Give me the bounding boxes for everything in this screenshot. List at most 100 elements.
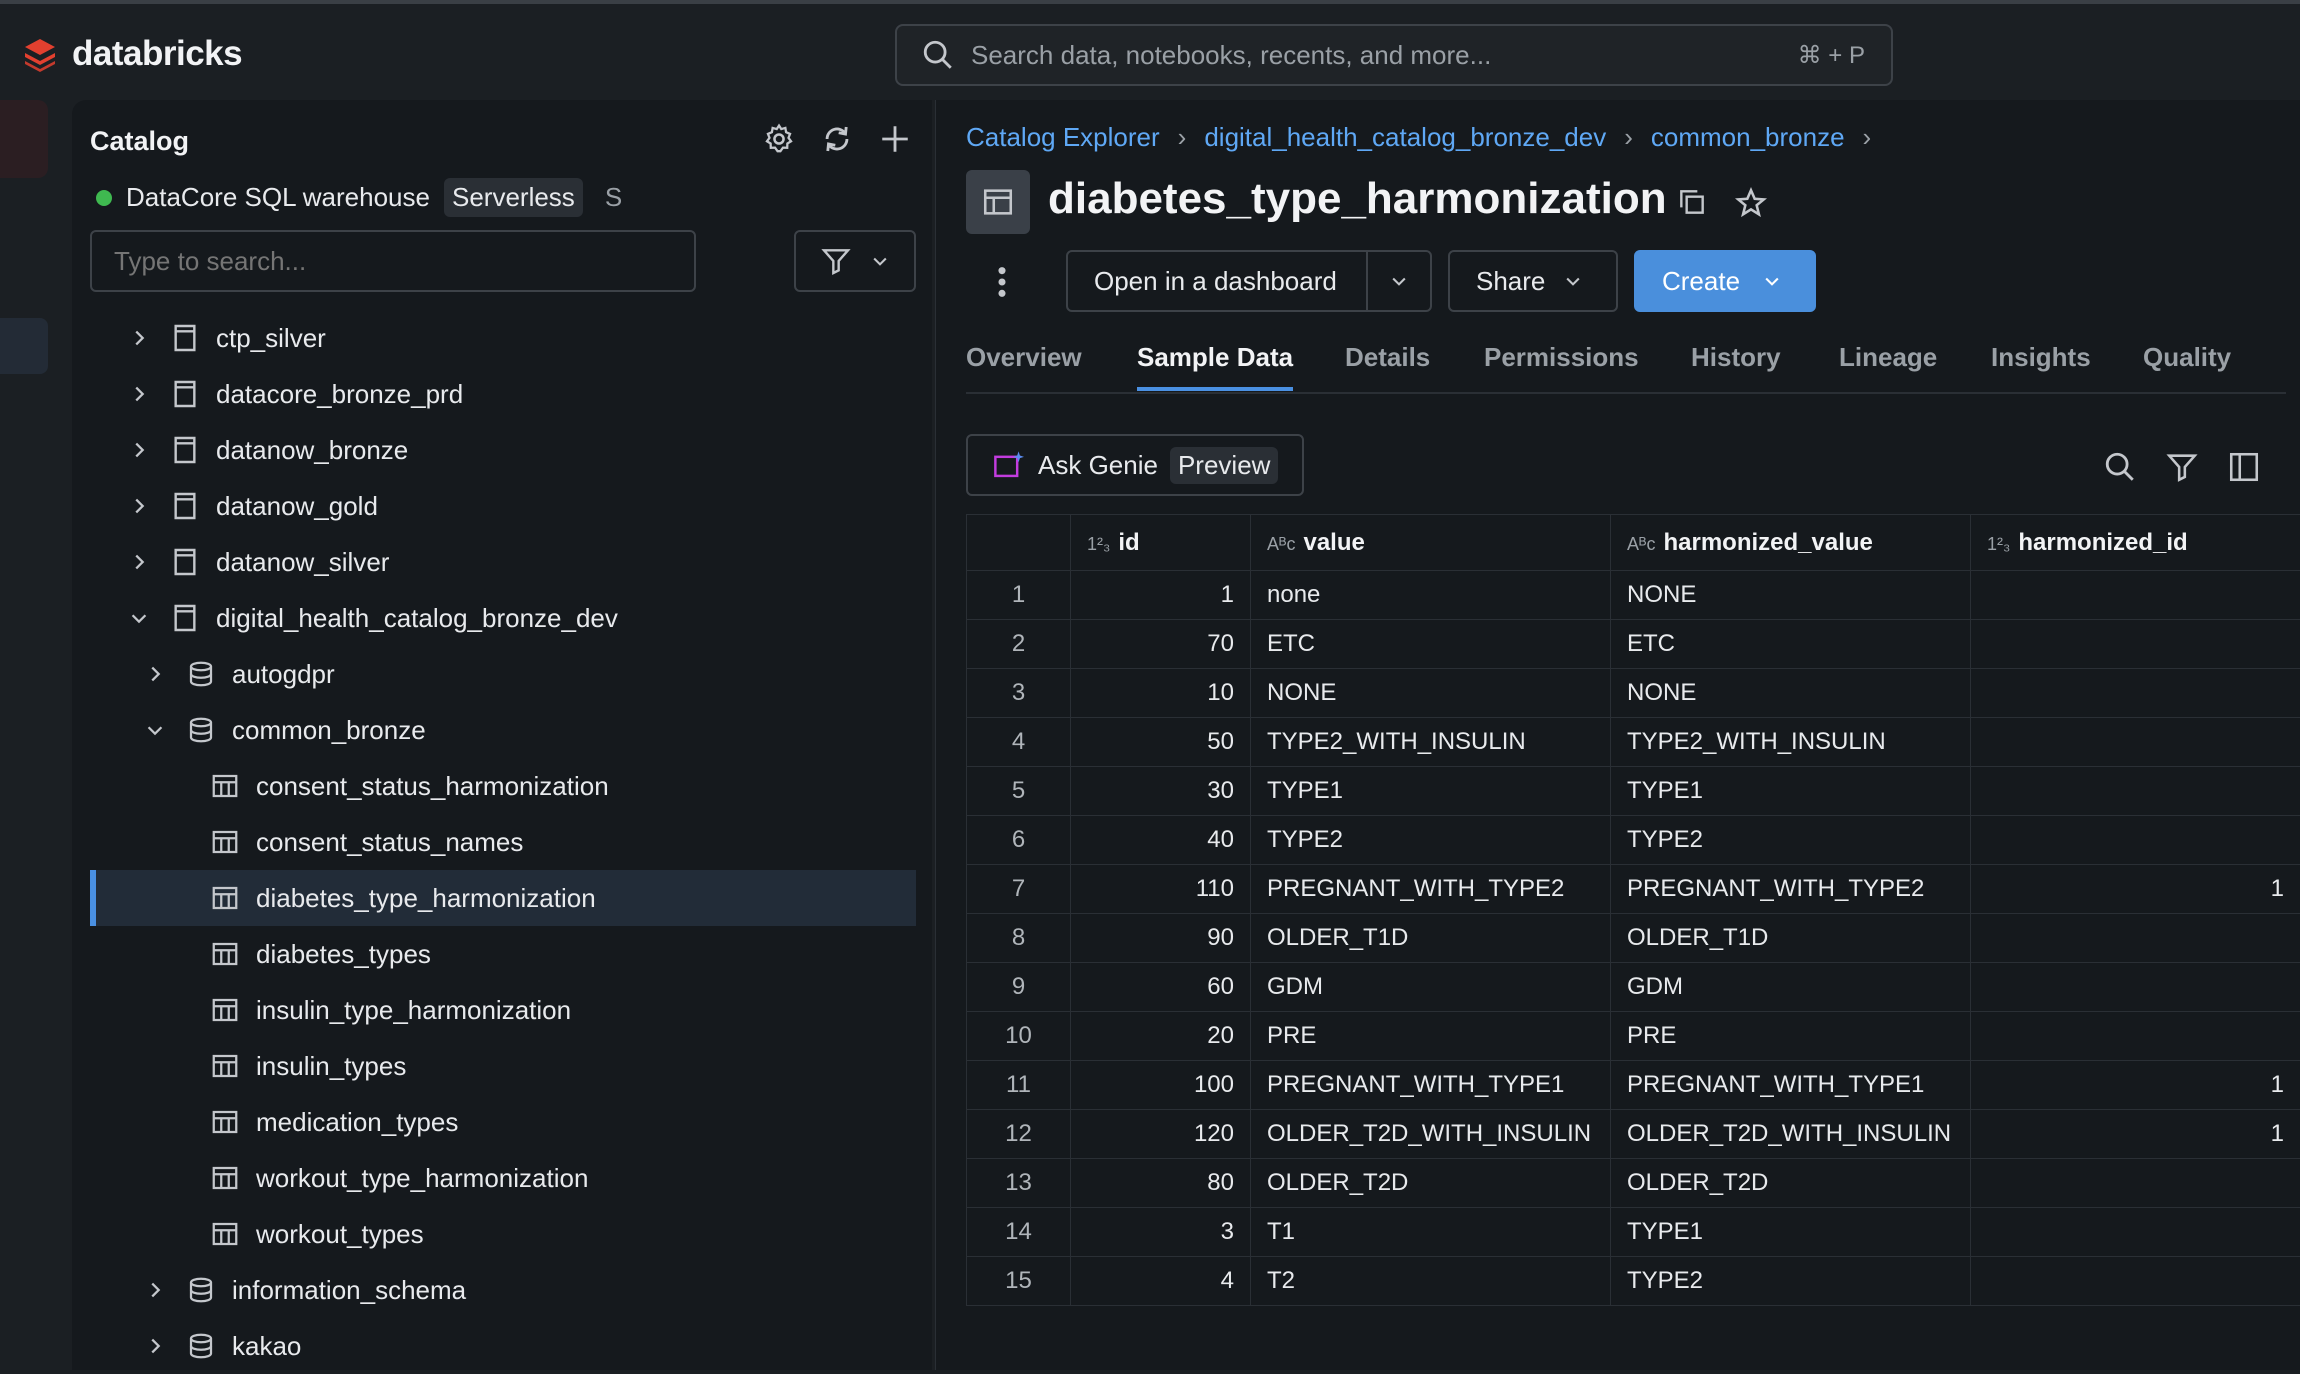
catalog-filter-button[interactable] — [794, 230, 916, 292]
add-icon[interactable] — [878, 122, 912, 156]
cell-harmonized-value[interactable]: TYPE2 — [1611, 816, 1971, 865]
chevron-down-icon[interactable] — [144, 719, 174, 741]
cell-harmonized-id[interactable] — [1971, 718, 2300, 767]
cell-harmonized-id[interactable] — [1971, 963, 2300, 1012]
cell-id[interactable]: 10 — [1071, 669, 1251, 718]
tab-permissions[interactable]: Permissions — [1484, 342, 1639, 387]
chevron-right-icon[interactable] — [128, 383, 158, 405]
tab-lineage[interactable]: Lineage — [1839, 342, 1937, 387]
tab-overview[interactable]: Overview — [966, 342, 1082, 387]
column-header-value[interactable]: Aᴮcvalue — [1251, 515, 1611, 571]
tree-item-schema[interactable]: kakao — [72, 1318, 916, 1374]
tree-item-catalog[interactable]: datanow_silver — [72, 534, 916, 590]
table-row[interactable]: 530TYPE1TYPE1 — [967, 767, 2300, 816]
cell-value[interactable]: PRE — [1251, 1012, 1611, 1061]
chevron-right-icon[interactable] — [128, 551, 158, 573]
chevron-right-icon[interactable] — [144, 663, 174, 685]
cell-value[interactable]: none — [1251, 571, 1611, 620]
tree-item-table[interactable]: consent_status_names — [72, 814, 916, 870]
table-row[interactable]: 310NONENONE — [967, 669, 2300, 718]
column-header-harmonized-id[interactable]: 1²₃harmonized_id — [1971, 515, 2300, 571]
tree-item-schema[interactable]: autogdpr — [72, 646, 916, 702]
cell-id[interactable]: 50 — [1071, 718, 1251, 767]
global-search-input[interactable]: Search data, notebooks, recents, and mor… — [895, 24, 1893, 86]
rail-item-catalog[interactable] — [0, 318, 48, 374]
cell-id[interactable]: 3 — [1071, 1208, 1251, 1257]
cell-harmonized-value[interactable]: NONE — [1611, 669, 1971, 718]
cell-id[interactable]: 90 — [1071, 914, 1251, 963]
cell-harmonized-value[interactable]: TYPE2_WITH_INSULIN — [1611, 718, 1971, 767]
breadcrumb-schema[interactable]: common_bronze — [1651, 122, 1845, 153]
row-number-cell[interactable]: 1 — [967, 571, 1071, 620]
cell-harmonized-value[interactable]: OLDER_T2D — [1611, 1159, 1971, 1208]
tree-item-table[interactable]: diabetes_types — [72, 926, 916, 982]
table-row[interactable]: 450TYPE2_WITH_INSULINTYPE2_WITH_INSULIN — [967, 718, 2300, 767]
settings-gear-icon[interactable] — [762, 122, 796, 156]
chevron-down-icon[interactable] — [128, 607, 158, 629]
cell-harmonized-id[interactable]: 1 — [1971, 1110, 2300, 1159]
cell-harmonized-id[interactable] — [1971, 620, 2300, 669]
breadcrumb-catalog[interactable]: digital_health_catalog_bronze_dev — [1204, 122, 1606, 153]
tree-item-table[interactable]: consent_status_harmonization — [72, 758, 916, 814]
rail-item-new[interactable] — [0, 100, 48, 178]
tab-details[interactable]: Details — [1345, 342, 1430, 387]
cell-value[interactable]: GDM — [1251, 963, 1611, 1012]
cell-harmonized-value[interactable]: GDM — [1611, 963, 1971, 1012]
table-row[interactable]: 7110PREGNANT_WITH_TYPE2PREGNANT_WITH_TYP… — [967, 865, 2300, 914]
cell-harmonized-id[interactable] — [1971, 669, 2300, 718]
cell-harmonized-id[interactable] — [1971, 1257, 2300, 1306]
cell-value[interactable]: T1 — [1251, 1208, 1611, 1257]
cell-value[interactable]: OLDER_T2D — [1251, 1159, 1611, 1208]
filter-icon[interactable] — [2165, 450, 2199, 484]
tree-item-table[interactable]: insulin_type_harmonization — [72, 982, 916, 1038]
open-dashboard-button[interactable]: Open in a dashboard — [1066, 250, 1432, 312]
cell-harmonized-value[interactable]: TYPE2 — [1611, 1257, 1971, 1306]
cell-id[interactable]: 120 — [1071, 1110, 1251, 1159]
chevron-right-icon[interactable] — [128, 327, 158, 349]
table-row[interactable]: 154T2TYPE2 — [967, 1257, 2300, 1306]
tree-item-catalog[interactable]: digital_health_catalog_bronze_dev — [72, 590, 916, 646]
star-icon[interactable] — [1734, 186, 1768, 220]
cell-harmonized-id[interactable] — [1971, 1012, 2300, 1061]
ask-genie-button[interactable]: Ask Genie Preview — [966, 434, 1304, 496]
row-number-cell[interactable]: 14 — [967, 1208, 1071, 1257]
chevron-right-icon[interactable] — [128, 495, 158, 517]
tab-quality[interactable]: Quality — [2143, 342, 2231, 387]
row-number-cell[interactable]: 13 — [967, 1159, 1071, 1208]
row-number-cell[interactable]: 7 — [967, 865, 1071, 914]
table-row[interactable]: 12120OLDER_T2D_WITH_INSULINOLDER_T2D_WIT… — [967, 1110, 2300, 1159]
cell-id[interactable]: 100 — [1071, 1061, 1251, 1110]
chevron-right-icon[interactable] — [144, 1335, 174, 1357]
tree-item-table[interactable]: workout_type_harmonization — [72, 1150, 916, 1206]
cell-harmonized-id[interactable] — [1971, 1208, 2300, 1257]
row-number-cell[interactable]: 4 — [967, 718, 1071, 767]
cell-harmonized-value[interactable]: PRE — [1611, 1012, 1971, 1061]
copy-icon[interactable] — [1676, 186, 1708, 218]
cell-value[interactable]: T2 — [1251, 1257, 1611, 1306]
tree-item-catalog[interactable]: datacore_bronze_prd — [72, 366, 916, 422]
cell-harmonized-value[interactable]: ETC — [1611, 620, 1971, 669]
search-icon[interactable] — [2103, 450, 2137, 484]
row-number-cell[interactable]: 10 — [967, 1012, 1071, 1061]
cell-id[interactable]: 4 — [1071, 1257, 1251, 1306]
column-header-harmonized-value[interactable]: Aᴮcharmonized_value — [1611, 515, 1971, 571]
cell-id[interactable]: 1 — [1071, 571, 1251, 620]
cell-harmonized-value[interactable]: OLDER_T1D — [1611, 914, 1971, 963]
cell-harmonized-id[interactable] — [1971, 816, 2300, 865]
tree-item-table[interactable]: insulin_types — [72, 1038, 916, 1094]
cell-id[interactable]: 60 — [1071, 963, 1251, 1012]
cell-id[interactable]: 20 — [1071, 1012, 1251, 1061]
table-row[interactable]: 11100PREGNANT_WITH_TYPE1PREGNANT_WITH_TY… — [967, 1061, 2300, 1110]
tree-item-catalog[interactable]: datanow_bronze — [72, 422, 916, 478]
breadcrumb-catalog-explorer[interactable]: Catalog Explorer — [966, 122, 1160, 153]
more-options-kebab-icon[interactable] — [996, 265, 1008, 299]
open-dashboard-dropdown[interactable] — [1366, 252, 1430, 310]
refresh-icon[interactable] — [820, 122, 854, 156]
cell-harmonized-value[interactable]: OLDER_T2D_WITH_INSULIN — [1611, 1110, 1971, 1159]
row-number-cell[interactable]: 2 — [967, 620, 1071, 669]
warehouse-selector[interactable]: DataCore SQL warehouse Serverless S — [96, 178, 622, 217]
tree-item-schema[interactable]: common_bronze — [72, 702, 916, 758]
cell-id[interactable]: 30 — [1071, 767, 1251, 816]
cell-id[interactable]: 40 — [1071, 816, 1251, 865]
table-row[interactable]: 1020PREPRE — [967, 1012, 2300, 1061]
